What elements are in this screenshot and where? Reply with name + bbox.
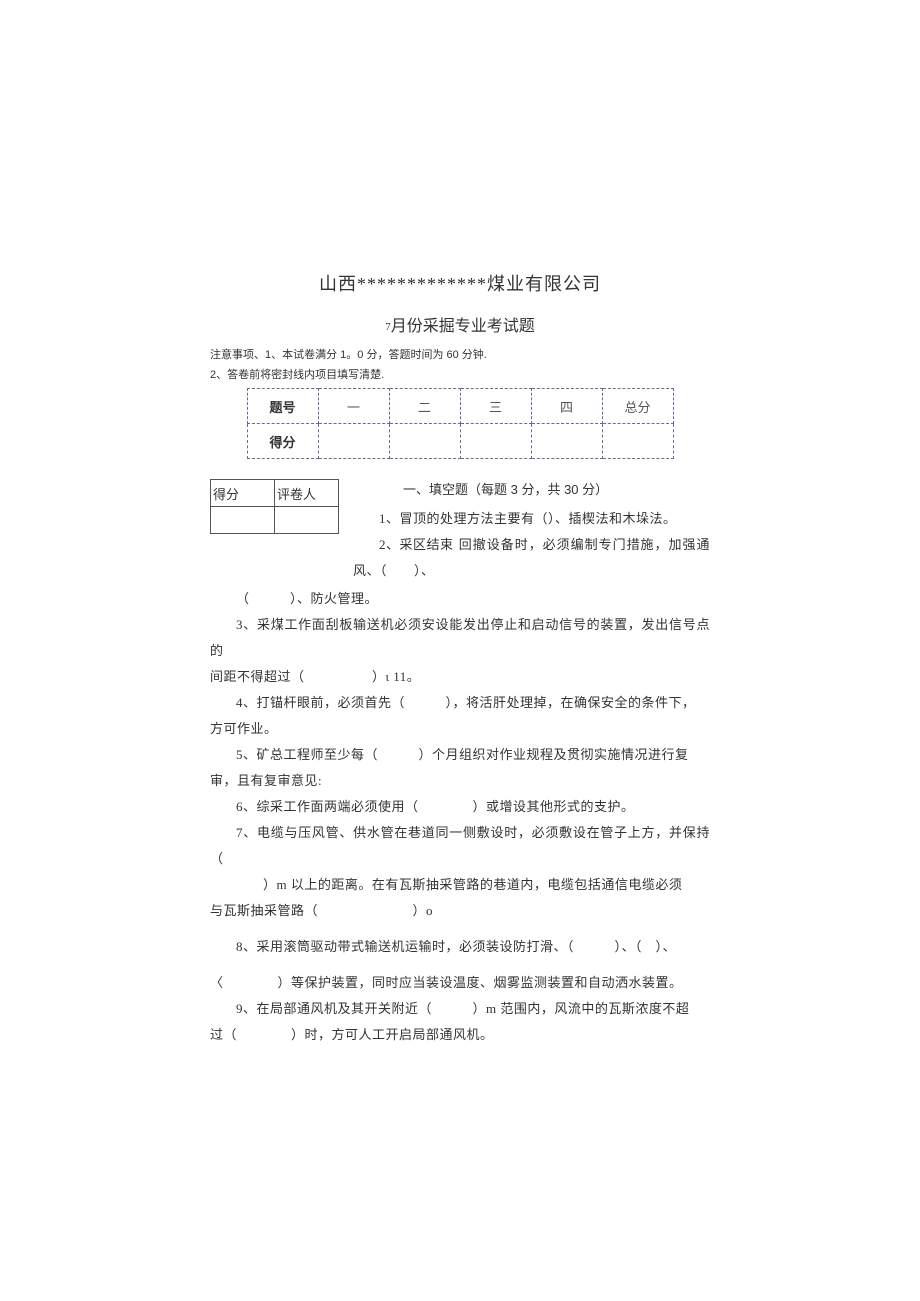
- score-summary-table: 题号 一 二 三 四 总分 得分: [247, 388, 674, 459]
- score-cell: [602, 424, 673, 459]
- notice-label: 注意事项、: [210, 349, 265, 361]
- exam-page: 山西*************煤业有限公司 7月份采掘专业考试题 注意事项、1、…: [0, 0, 920, 1108]
- col-1: 一: [318, 389, 389, 424]
- col-3: 三: [460, 389, 531, 424]
- section-header-block: 得分 评卷人 一、填空题（每题 3 分，共 30 分） 1、冒顶的处理方法主要有…: [210, 479, 710, 584]
- section-1-title: 一、填空题（每题 3 分，共 30 分）: [353, 479, 710, 498]
- questions-body: （ ）、防火管理。 3、采煤工作面刮板输送机必须安设能发出停止和启动信号的装置，…: [210, 586, 710, 1048]
- mini-empty-cell: [275, 507, 339, 534]
- table-row: 得分: [247, 424, 673, 459]
- question-5-line-a: 5、矿总工程师至少每（ ）个月组织对作业规程及贯彻实施情况进行复: [210, 742, 710, 768]
- question-3-line-a: 3、采煤工作面刮板输送机必须安设能发出停止和启动信号的装置，发出信号点的: [210, 612, 710, 664]
- subtitle-rest: 月份采掘专业考试题: [391, 318, 535, 335]
- notice-line-1: 注意事项、1、本试卷满分 1。0 分，答题时间为 60 分钟.: [210, 346, 710, 362]
- col-4: 四: [531, 389, 602, 424]
- table-row: [211, 507, 339, 534]
- mini-score-label: 得分: [211, 480, 275, 507]
- question-2-line-a: 2、采区结束回撤设备时，必须编制专门措施，加强通风、（ ）、: [353, 532, 710, 584]
- exam-subtitle: 7月份采掘专业考试题: [210, 312, 710, 336]
- col-2: 二: [389, 389, 460, 424]
- question-8-line-b: 〈 ）等保护装置，同时应当装设温度、烟雾监测装置和自动洒水装置。: [210, 970, 710, 996]
- mini-empty-cell: [211, 507, 275, 534]
- mini-grader-label: 评卷人: [275, 480, 339, 507]
- score-cell: [318, 424, 389, 459]
- company-title: 山西*************煤业有限公司: [210, 270, 710, 296]
- question-2-line-c: （ ）、防火管理。: [210, 586, 710, 612]
- question-1: 1、冒顶的处理方法主要有（）、插楔法和木垛法。: [353, 506, 710, 532]
- table-row: 题号 一 二 三 四 总分: [247, 389, 673, 424]
- question-5-line-b: 审，且有复审意见:: [210, 768, 710, 794]
- score-cell: [531, 424, 602, 459]
- question-9-line-b: 过（ ）时，方可人工开启局部通风机。: [210, 1022, 710, 1048]
- grader-mini-table: 得分 评卷人: [210, 479, 339, 534]
- question-6: 6、综采工作面两端必须使用（ ）或增设其他形式的支护。: [210, 794, 710, 820]
- score-cell: [460, 424, 531, 459]
- table-row: 得分 评卷人: [211, 480, 339, 507]
- q2-prefix: 2、采区结束: [353, 532, 458, 558]
- section-intro: 一、填空题（每题 3 分，共 30 分） 1、冒顶的处理方法主要有（）、插楔法和…: [353, 479, 710, 584]
- score-cell: [389, 424, 460, 459]
- question-4-line-b: 方可作业。: [210, 716, 710, 742]
- question-7-line-c: 与瓦斯抽采管路（ ）o: [210, 898, 710, 924]
- question-3-line-b: 间距不得超过（ ）ι 11。: [210, 664, 710, 690]
- question-9-line-a: 9、在局部通风机及其开关附近（ ）m 范围内，风流中的瓦斯浓度不超: [210, 996, 710, 1022]
- notice-item-1: 1、本试卷满分 1。0 分，答题时间为 60 分钟.: [265, 349, 487, 361]
- col-label-number: 题号: [247, 389, 318, 424]
- col-total: 总分: [602, 389, 673, 424]
- row-label-score: 得分: [247, 424, 318, 459]
- notice-line-2: 2、答卷前将密封线内项目填写清楚.: [210, 366, 710, 382]
- question-7-line-b: ）m 以上的距离。在有瓦斯抽采管路的巷道内，电缆包括通信电缆必须: [210, 872, 710, 898]
- question-8-line-a: 8、采用滚筒驱动带式输送机运输时，必须装设防打滑、（ ）、（ ）、: [210, 934, 710, 960]
- question-4-line-a: 4、打锚杆眼前，必须首先（ ），将活肝处理掉，在确保安全的条件下，: [210, 690, 710, 716]
- question-7-line-a: 7、电缆与压风管、供水管在巷道同一侧敷设时，必须敷设在管子上方，并保持（: [210, 820, 710, 872]
